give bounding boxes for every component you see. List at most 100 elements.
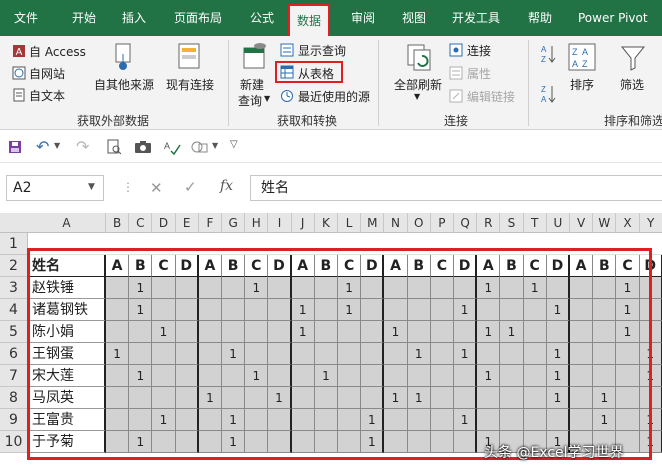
tab-help[interactable]: 帮助	[528, 0, 552, 36]
table-cell[interactable]: 1	[222, 409, 246, 431]
table-header-option[interactable]: B	[222, 255, 246, 277]
table-cell[interactable]	[291, 431, 315, 453]
table-header-option[interactable]: B	[407, 255, 431, 277]
table-cell[interactable]	[129, 387, 153, 409]
table-cell[interactable]	[430, 365, 454, 387]
column-header-o[interactable]: O	[408, 213, 431, 233]
spell-check-icon[interactable]: A	[163, 139, 181, 155]
table-cell[interactable]	[198, 365, 222, 387]
table-cell[interactable]	[384, 365, 408, 387]
table-cell[interactable]: 1	[384, 321, 408, 343]
table-cell[interactable]	[361, 387, 385, 409]
table-cell[interactable]: 1	[546, 387, 570, 409]
table-cell[interactable]: 1	[546, 343, 570, 365]
table-cell[interactable]	[245, 409, 269, 431]
table-cell[interactable]	[338, 365, 362, 387]
table-cell[interactable]	[129, 343, 153, 365]
column-header-d[interactable]: D	[152, 213, 176, 233]
row-header-8[interactable]: 8	[0, 387, 28, 409]
table-cell[interactable]	[314, 431, 338, 453]
table-cell[interactable]	[523, 409, 547, 431]
table-cell[interactable]	[454, 321, 478, 343]
table-cell[interactable]: 1	[639, 343, 662, 365]
table-cell[interactable]: 1	[477, 321, 501, 343]
table-cell[interactable]: 1	[477, 365, 501, 387]
table-cell[interactable]	[454, 387, 478, 409]
table-cell[interactable]	[268, 299, 292, 321]
tab-home[interactable]: 开始	[72, 0, 96, 36]
table-cell[interactable]	[593, 365, 617, 387]
table-cell[interactable]: 1	[384, 387, 408, 409]
column-header-q[interactable]: Q	[454, 213, 478, 233]
row-header-5[interactable]: 5	[0, 321, 28, 343]
table-cell[interactable]	[430, 299, 454, 321]
table-cell[interactable]	[245, 343, 269, 365]
table-cell[interactable]	[338, 387, 362, 409]
tab-formulas[interactable]: 公式	[250, 0, 274, 36]
table-cell[interactable]: 1	[129, 299, 153, 321]
column-header-a[interactable]: A	[28, 213, 106, 233]
table-cell[interactable]	[523, 343, 547, 365]
tab-data[interactable]: 数据	[288, 4, 331, 36]
table-cell[interactable]	[198, 321, 222, 343]
table-cell[interactable]	[639, 299, 662, 321]
table-cell[interactable]: 1	[338, 277, 362, 299]
table-cell[interactable]	[106, 299, 130, 321]
table-cell[interactable]	[570, 409, 594, 431]
table-cell[interactable]	[314, 387, 338, 409]
table-header-option[interactable]: D	[268, 255, 292, 277]
column-header-m[interactable]: M	[361, 213, 385, 233]
table-cell[interactable]: 1	[639, 409, 662, 431]
table-cell[interactable]: 1	[291, 299, 315, 321]
tab-insert[interactable]: 插入	[122, 0, 146, 36]
table-cell[interactable]	[616, 365, 640, 387]
table-cell[interactable]	[291, 365, 315, 387]
chevron-down-icon[interactable]: ▼	[212, 141, 218, 150]
table-cell[interactable]	[361, 321, 385, 343]
table-header-option[interactable]: C	[616, 255, 640, 277]
table-cell[interactable]	[152, 343, 176, 365]
column-header-c[interactable]: C	[129, 213, 153, 233]
table-cell[interactable]	[384, 277, 408, 299]
table-cell[interactable]	[198, 277, 222, 299]
table-row-name[interactable]: 陈小娟	[28, 321, 106, 343]
table-header-option[interactable]: D	[361, 255, 385, 277]
table-cell[interactable]	[500, 387, 524, 409]
table-cell[interactable]	[593, 343, 617, 365]
column-header-b[interactable]: B	[106, 213, 130, 233]
table-cell[interactable]	[268, 431, 292, 453]
table-cell[interactable]: 1	[546, 365, 570, 387]
table-cell[interactable]	[500, 343, 524, 365]
table-cell[interactable]: 1	[314, 365, 338, 387]
table-cell[interactable]	[175, 431, 199, 453]
row-header-9[interactable]: 9	[0, 409, 28, 431]
table-cell[interactable]: 1	[639, 365, 662, 387]
table-cell[interactable]	[268, 365, 292, 387]
table-cell[interactable]	[314, 343, 338, 365]
row-header-7[interactable]: 7	[0, 365, 28, 387]
table-cell[interactable]	[384, 409, 408, 431]
row-header-6[interactable]: 6	[0, 343, 28, 365]
table-cell[interactable]	[616, 387, 640, 409]
table-cell[interactable]	[639, 277, 662, 299]
table-cell[interactable]	[570, 299, 594, 321]
table-cell[interactable]	[546, 277, 570, 299]
table-row-name[interactable]: 赵铁锤	[28, 277, 106, 299]
table-cell[interactable]: 1	[593, 387, 617, 409]
formula-input[interactable]: 姓名	[250, 175, 662, 201]
table-cell[interactable]	[616, 409, 640, 431]
table-cell[interactable]: 1	[616, 277, 640, 299]
table-cell[interactable]: 1	[268, 387, 292, 409]
table-cell[interactable]	[268, 277, 292, 299]
table-cell[interactable]: 1	[454, 343, 478, 365]
table-cell[interactable]: 1	[245, 365, 269, 387]
tab-review[interactable]: 审阅	[351, 0, 375, 36]
table-header-option[interactable]: C	[430, 255, 454, 277]
table-cell[interactable]	[500, 277, 524, 299]
table-cell[interactable]	[430, 321, 454, 343]
table-cell[interactable]	[570, 343, 594, 365]
table-row-name[interactable]: 王钢蛋	[28, 343, 106, 365]
column-header-t[interactable]: T	[524, 213, 547, 233]
table-cell[interactable]	[361, 343, 385, 365]
table-cell[interactable]	[338, 343, 362, 365]
